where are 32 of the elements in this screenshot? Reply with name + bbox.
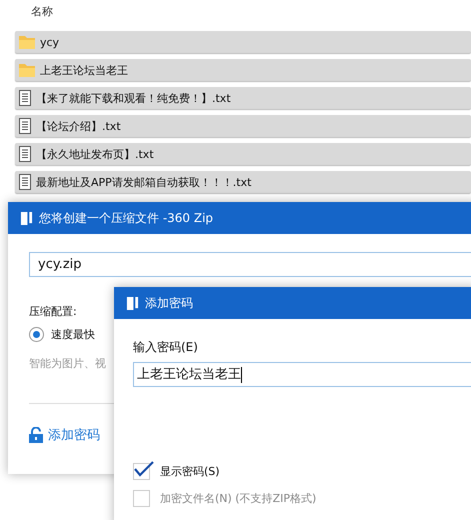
file-name: ycy: [40, 36, 60, 48]
document-icon: [19, 90, 31, 106]
folder-icon: [19, 35, 35, 49]
description-text: 智能为图片、视: [29, 356, 106, 371]
file-row[interactable]: 【论坛介绍】.txt: [15, 115, 471, 137]
filename-field[interactable]: ycy.zip: [29, 252, 471, 277]
folder-icon: [19, 63, 35, 77]
file-name: 【来了就能下载和观看！纯免费！】.txt: [36, 90, 231, 106]
add-password-link[interactable]: 添加密码: [29, 426, 100, 444]
radio-option[interactable]: 速度最快: [29, 327, 471, 342]
file-name: 最新地址及APP请发邮箱自动获取！！！.txt: [36, 174, 252, 190]
book-icon: [126, 296, 139, 310]
file-row[interactable]: 上老王论坛当老王: [15, 59, 471, 81]
column-header[interactable]: 名称: [15, 4, 471, 25]
dialog-title: 添加密码: [145, 294, 193, 312]
file-row[interactable]: 最新地址及APP请发邮箱自动获取！！！.txt: [15, 171, 471, 193]
file-name: 上老王论坛当老王: [40, 62, 128, 78]
file-row[interactable]: 【来了就能下载和观看！纯免费！】.txt: [15, 87, 471, 109]
radio-button[interactable]: [29, 327, 44, 342]
lock-icon: [29, 427, 43, 443]
password-label: 输入密码(E): [133, 339, 199, 356]
config-label: 压缩配置:: [29, 304, 78, 319]
book-icon: [20, 210, 33, 226]
file-name: 【永久地址发布页】.txt: [36, 146, 154, 162]
document-icon: [19, 118, 31, 134]
document-icon: [19, 174, 31, 190]
password-field[interactable]: 上老王论坛当老王: [133, 362, 471, 387]
window-title: 您将创建一个压缩文件 -360 Zip: [39, 210, 214, 226]
document-icon: [19, 146, 31, 162]
file-row[interactable]: 【永久地址发布页】.txt: [15, 143, 471, 165]
file-row[interactable]: ycy: [15, 31, 471, 53]
file-name: 【论坛介绍】.txt: [36, 118, 121, 134]
